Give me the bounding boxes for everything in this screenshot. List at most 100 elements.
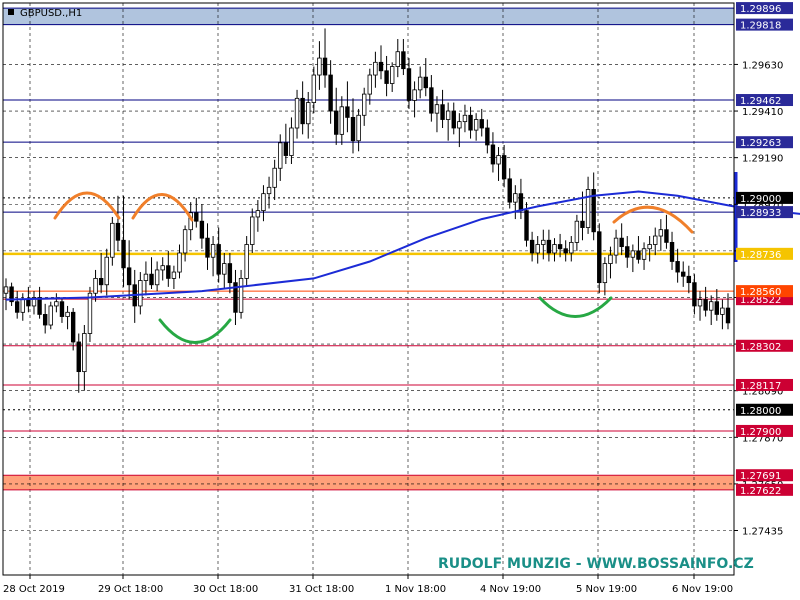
candle-body [328,74,333,112]
candle-body [317,57,322,76]
candle-body [138,280,143,307]
price-tick-label: 1.29630 [742,60,783,71]
time-tick-label: 29 Oct 18:00 [98,584,163,595]
time-tick-label: 5 Nov 19:00 [576,584,637,595]
candle-body [490,144,496,165]
price-zone [3,475,734,490]
candle-body [389,66,395,84]
candle-body [636,250,641,260]
candle-body [250,216,255,245]
price-zone [3,8,734,25]
level-label: 1.27691 [740,471,781,482]
candle-body [306,102,311,125]
candle-body [272,167,277,188]
candle-body [434,104,440,114]
candle-body [160,265,165,271]
candle-body [65,311,70,317]
candle-body [76,341,81,373]
candle-body [54,301,59,307]
candle-body [166,265,171,279]
candle-body [686,275,692,284]
candle-body [378,61,384,72]
candle-body [98,278,104,286]
candle-body [473,119,479,131]
candle-body [373,61,378,76]
candle-body [468,114,473,131]
candle-body [289,127,294,156]
candle-body [697,299,703,307]
candle-body [255,210,261,218]
candle-body [608,254,613,264]
candle-body [457,121,462,129]
candle-body [692,282,697,307]
candle-body [143,273,149,281]
candle-body [37,297,42,315]
candle-body [104,256,109,286]
candle-body [199,220,205,239]
level-label: 1.28736 [740,250,781,261]
candle-body [216,244,221,275]
level-label: 1.29000 [740,194,781,205]
candle-body [121,239,126,269]
candle-body [194,212,199,222]
time-tick-label: 30 Oct 18:00 [193,584,258,595]
candle-body [669,241,675,262]
candle-body [619,237,624,248]
candle-body [182,229,188,254]
level-label: 1.27900 [740,427,781,438]
candle-body [339,106,345,135]
candle-body [524,210,529,241]
candle-body [48,305,53,326]
symbol-marker [8,9,14,15]
candle-body [501,155,507,180]
candle-body [675,261,680,273]
candle-body [42,314,48,326]
candle-body [334,110,339,135]
time-tick-label: 28 Oct 2019 [3,584,65,595]
candle-body [406,68,412,101]
credit-label: RUDOLF MUNZIG - WWW.BOSSAINFO.CZ [438,556,754,572]
candle-body [149,273,154,286]
candle-body [557,244,563,250]
level-label: 1.29263 [740,138,781,149]
candle-body [496,155,501,165]
candle-body [423,76,428,89]
candle-body [395,51,400,67]
candle-body [3,286,9,294]
level-label: 1.29462 [740,96,781,107]
candle-body [451,110,456,129]
candle-body [70,311,76,343]
candle-body [479,119,484,129]
candle-body [177,252,182,273]
candle-body [417,76,423,91]
candle-body [720,307,725,315]
level-label: 1.28000 [740,406,781,417]
candle-body [658,229,664,237]
level-label: 1.29896 [740,4,781,15]
candle-body [597,231,602,284]
candle-body [429,87,434,114]
time-tick-label: 1 Nov 18:00 [385,584,446,595]
level-label: 1.28117 [740,381,781,392]
candle-body [244,244,249,279]
candle-body [300,97,305,125]
candle-body [541,239,546,245]
level-label: 1.28302 [740,342,781,353]
candle-body [535,244,540,254]
candle-body [681,271,686,277]
candle-body [518,193,524,212]
candle-body [703,299,708,311]
candle-body [412,89,417,101]
candle-body [210,244,216,258]
candle-body [485,127,490,146]
candle-body [261,193,266,212]
level-label: 1.27622 [740,486,781,497]
chart-background [0,0,800,600]
candle-body [205,237,210,258]
candle-body [154,269,160,286]
candle-body [20,299,25,313]
time-tick-label: 6 Nov 19:00 [672,584,733,595]
candle-body [322,57,328,76]
candle-body [294,97,300,129]
candle [597,223,602,294]
